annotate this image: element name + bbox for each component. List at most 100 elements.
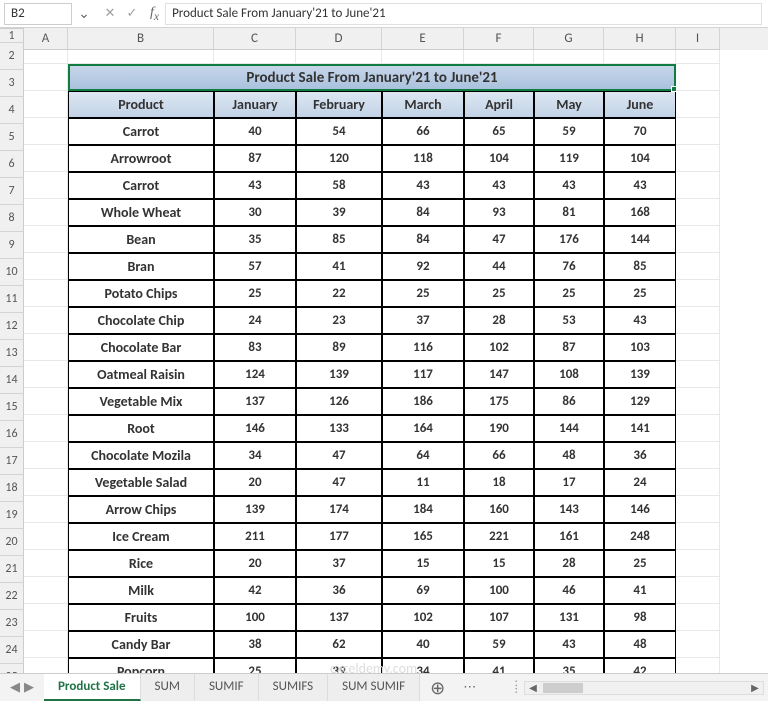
cell-empty[interactable]	[676, 172, 720, 199]
data-cell[interactable]: 43	[382, 172, 464, 199]
data-cell[interactable]: Chocolate Mozila	[68, 442, 214, 469]
header-may[interactable]: May	[534, 91, 604, 118]
data-cell[interactable]: 30	[214, 199, 296, 226]
data-cell[interactable]: 35	[534, 658, 604, 673]
data-cell[interactable]: 144	[604, 226, 676, 253]
data-cell[interactable]: 177	[296, 523, 382, 550]
data-cell[interactable]: 146	[214, 415, 296, 442]
tab-divider-icon[interactable]: ⁞	[515, 680, 518, 695]
scrollbar-thumb[interactable]	[543, 683, 583, 693]
data-cell[interactable]: 147	[464, 361, 534, 388]
data-cell[interactable]: 117	[382, 361, 464, 388]
name-box-dropdown[interactable]: ⌄	[76, 5, 92, 22]
cell-empty[interactable]	[24, 469, 68, 496]
header-february[interactable]: February	[296, 91, 382, 118]
cell-empty[interactable]	[676, 118, 720, 145]
data-cell[interactable]: 48	[604, 631, 676, 658]
data-cell[interactable]: 165	[382, 523, 464, 550]
data-cell[interactable]: 92	[382, 253, 464, 280]
data-cell[interactable]: 93	[464, 199, 534, 226]
cell-empty[interactable]	[24, 226, 68, 253]
data-cell[interactable]: 176	[534, 226, 604, 253]
data-cell[interactable]: 41	[464, 658, 534, 673]
data-cell[interactable]: 62	[296, 631, 382, 658]
data-cell[interactable]: 119	[534, 145, 604, 172]
data-cell[interactable]: 20	[214, 550, 296, 577]
data-cell[interactable]: Carrot	[68, 172, 214, 199]
row-header-16[interactable]: 16	[0, 421, 24, 448]
sheet-tab-sumifs[interactable]: SUMIFS	[259, 674, 328, 701]
data-cell[interactable]: 248	[604, 523, 676, 550]
data-cell[interactable]: 54	[296, 118, 382, 145]
row-header-20[interactable]: 20	[0, 529, 24, 556]
sheet-tab-product-sale[interactable]: Product Sale	[44, 674, 141, 701]
data-cell[interactable]: 66	[464, 442, 534, 469]
data-cell[interactable]: 131	[534, 604, 604, 631]
row-header-14[interactable]: 14	[0, 367, 24, 394]
data-cell[interactable]: Milk	[68, 577, 214, 604]
data-cell[interactable]: 104	[604, 145, 676, 172]
data-cell[interactable]: 37	[382, 307, 464, 334]
row-header-9[interactable]: 9	[0, 232, 24, 259]
cell-empty[interactable]	[676, 469, 720, 496]
data-cell[interactable]: 81	[534, 199, 604, 226]
data-cell[interactable]: 24	[604, 469, 676, 496]
cell-empty[interactable]	[24, 631, 68, 658]
cell-empty[interactable]	[24, 577, 68, 604]
data-cell[interactable]: 118	[382, 145, 464, 172]
data-cell[interactable]: 129	[604, 388, 676, 415]
row-header-5[interactable]: 5	[0, 124, 24, 151]
data-cell[interactable]: 47	[464, 226, 534, 253]
cell-empty[interactable]	[24, 334, 68, 361]
cell-empty[interactable]	[676, 361, 720, 388]
data-cell[interactable]: Popcorn	[68, 658, 214, 673]
header-april[interactable]: April	[464, 91, 534, 118]
cell-empty[interactable]	[676, 604, 720, 631]
cell-empty[interactable]	[676, 91, 720, 118]
cell-empty[interactable]	[676, 307, 720, 334]
data-cell[interactable]: 18	[464, 469, 534, 496]
data-cell[interactable]: 34	[214, 442, 296, 469]
new-sheet-button[interactable]: ⊕	[420, 677, 455, 699]
data-cell[interactable]: 143	[534, 496, 604, 523]
row-header-15[interactable]: 15	[0, 394, 24, 421]
data-cell[interactable]: 139	[604, 361, 676, 388]
sheet-tab-sum-sumif[interactable]: SUM SUMIF	[328, 674, 420, 701]
data-cell[interactable]: 144	[534, 415, 604, 442]
data-cell[interactable]: 11	[382, 469, 464, 496]
data-cell[interactable]: 76	[534, 253, 604, 280]
data-cell[interactable]: 25	[214, 658, 296, 673]
data-cell[interactable]: 69	[382, 577, 464, 604]
data-cell[interactable]: 43	[214, 172, 296, 199]
data-cell[interactable]: 24	[214, 307, 296, 334]
scroll-right-icon[interactable]: ▶	[747, 681, 763, 694]
cell-empty[interactable]	[534, 50, 604, 64]
data-cell[interactable]: 102	[382, 604, 464, 631]
cell-empty[interactable]	[676, 388, 720, 415]
data-cell[interactable]: 35	[214, 226, 296, 253]
row-header-6[interactable]: 6	[0, 151, 24, 178]
cell-empty[interactable]	[24, 496, 68, 523]
row-header-4[interactable]: 4	[0, 97, 24, 124]
data-cell[interactable]: Vegetable Salad	[68, 469, 214, 496]
data-cell[interactable]: 107	[464, 604, 534, 631]
data-cell[interactable]: Arrowroot	[68, 145, 214, 172]
cancel-formula-icon[interactable]: ✕	[102, 6, 118, 21]
data-cell[interactable]: 84	[382, 199, 464, 226]
data-cell[interactable]: 36	[296, 577, 382, 604]
cell-empty[interactable]	[296, 50, 382, 64]
data-cell[interactable]: 15	[464, 550, 534, 577]
data-cell[interactable]: 42	[214, 577, 296, 604]
data-cell[interactable]: 59	[534, 118, 604, 145]
data-cell[interactable]: Bean	[68, 226, 214, 253]
cell-empty[interactable]	[676, 280, 720, 307]
data-cell[interactable]: 139	[214, 496, 296, 523]
data-cell[interactable]: 28	[534, 550, 604, 577]
data-cell[interactable]: 190	[464, 415, 534, 442]
data-cell[interactable]: Candy Bar	[68, 631, 214, 658]
data-cell[interactable]: 100	[214, 604, 296, 631]
data-cell[interactable]: 34	[382, 658, 464, 673]
data-cell[interactable]: 174	[296, 496, 382, 523]
data-cell[interactable]: 137	[214, 388, 296, 415]
data-cell[interactable]: 70	[604, 118, 676, 145]
